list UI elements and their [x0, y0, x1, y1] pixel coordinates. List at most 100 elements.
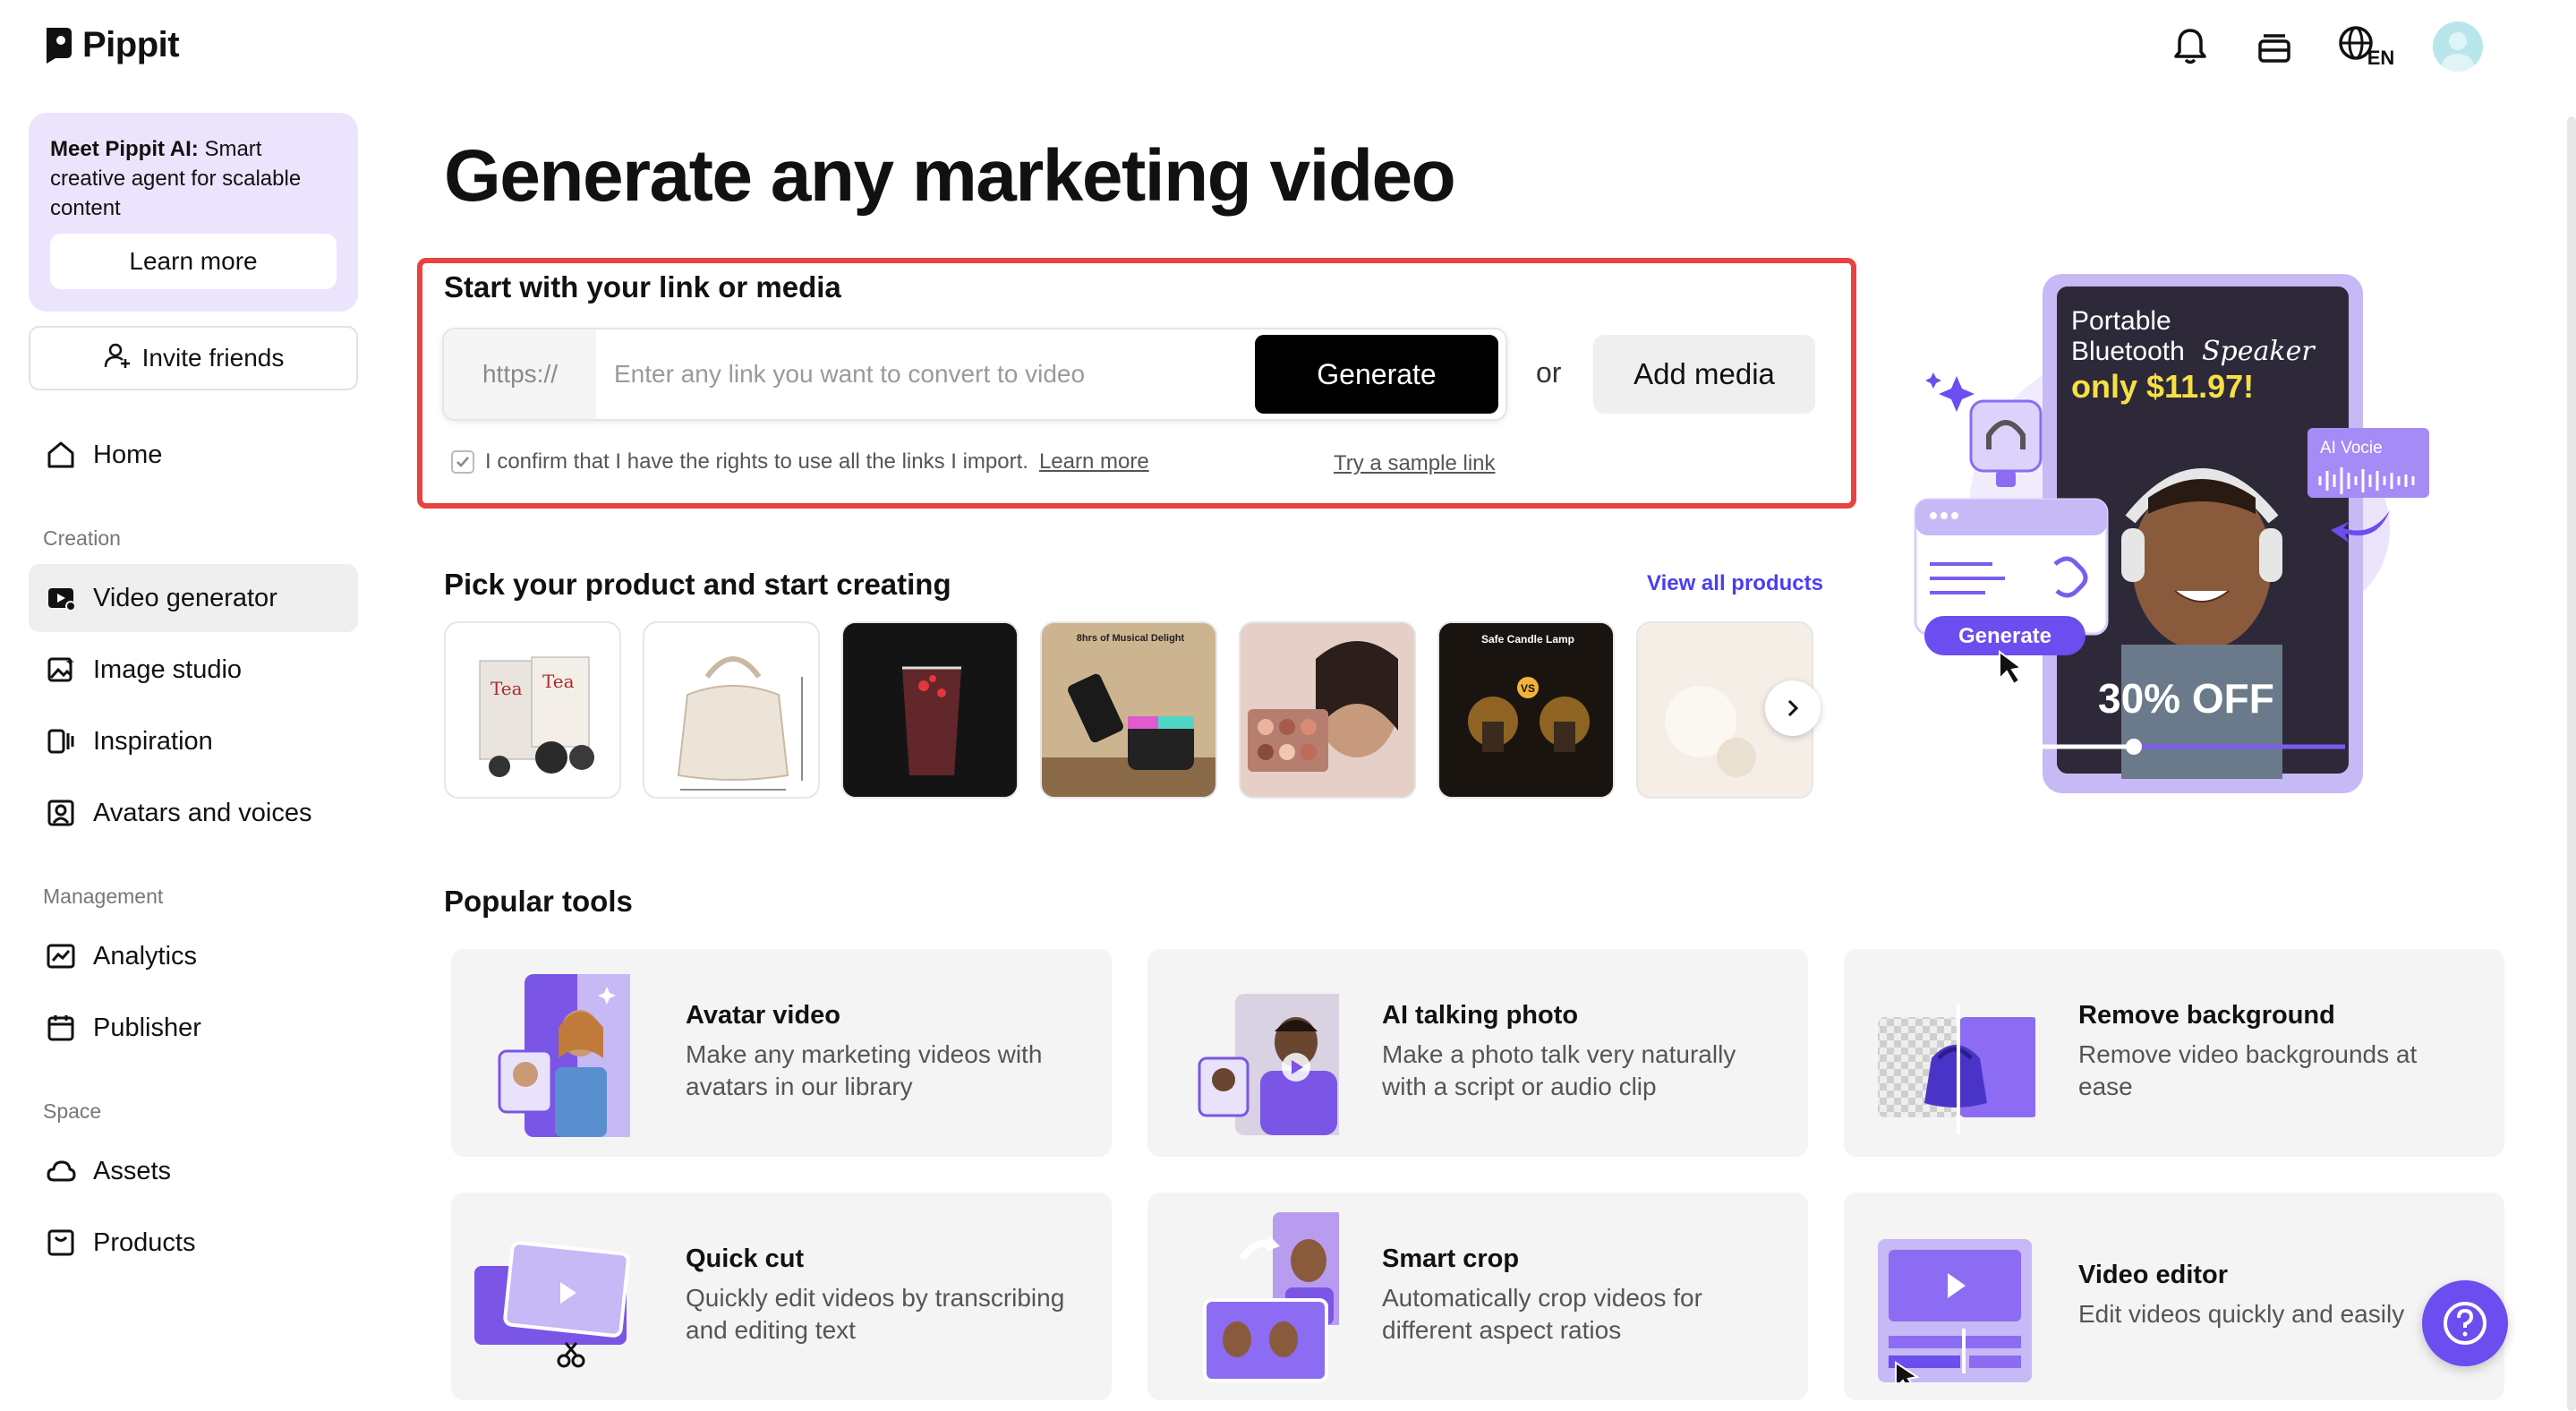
calendar-icon [45, 1012, 77, 1044]
confirm-learn-more-link[interactable]: Learn more [1039, 449, 1149, 475]
tool-description: Remove video backgrounds at ease [2078, 1040, 2418, 1100]
rights-confirmation: I confirm that I have the rights to use … [451, 449, 1149, 475]
cloud-icon [45, 1155, 77, 1187]
smart-crop-illustration [1169, 1212, 1344, 1382]
sidebar-item-analytics[interactable]: Analytics [29, 922, 358, 990]
section-management: Management [43, 885, 164, 908]
learn-more-button[interactable]: Learn more [50, 234, 337, 289]
product-thumb-glass-vase[interactable] [841, 621, 1019, 799]
question-mark-icon [2444, 1302, 2486, 1345]
tool-title: Smart crop [1382, 1244, 1520, 1273]
ai-talking-photo-illustration [1169, 969, 1355, 1139]
promo-card: Meet Pippit AI: Smart creative agent for… [29, 113, 358, 312]
hero-discount: 30% OFF [2098, 675, 2274, 722]
hero-line2b: Speaker [2202, 336, 2316, 367]
sidebar-item-products[interactable]: Products [29, 1209, 358, 1277]
sidebar: Meet Pippit AI: Smart creative agent for… [29, 113, 358, 390]
products-next-button[interactable] [1765, 680, 1821, 736]
add-media-button[interactable]: Add media [1593, 335, 1815, 414]
tool-description: Make a photo talk very naturally with a … [1382, 1040, 1736, 1100]
notification-bell-icon[interactable] [2168, 21, 2213, 72]
tool-avatar-video[interactable]: Avatar video Make any marketing videos w… [451, 949, 1112, 1157]
sidebar-item-label: Analytics [93, 941, 198, 971]
promo-text: Meet Pippit AI: Smart creative agent for… [50, 137, 302, 220]
analytics-icon [45, 940, 77, 972]
pippit-logo[interactable]: Pippit [43, 25, 180, 65]
sidebar-item-home[interactable]: Home [29, 421, 358, 489]
tool-description: Edit videos quickly and easily [2078, 1300, 2405, 1328]
top-bar-actions: EN [2168, 21, 2483, 72]
try-sample-link[interactable]: Try a sample link [1334, 451, 1496, 476]
sidebar-item-video-generator[interactable]: Video generator [29, 564, 358, 632]
tool-title: Remove background [2078, 1001, 2335, 1030]
video-generator-icon [45, 582, 77, 614]
sidebar-item-label: Video generator [93, 583, 277, 612]
product-thumb-makeup-palette[interactable] [1239, 621, 1416, 799]
hero-ai-voice-label: AI Vocie [2320, 439, 2383, 458]
link-section-heading: Start with your link or media [444, 270, 841, 304]
sidebar-item-publisher[interactable]: Publisher [29, 994, 358, 1062]
check-icon [456, 457, 469, 467]
candle-thumb-text: Safe Candle Lamp [1481, 633, 1574, 646]
pippit-logo-icon [43, 26, 73, 65]
sidebar-item-inspiration[interactable]: Inspiration [29, 707, 358, 775]
subscription-stack-icon[interactable] [2252, 21, 2297, 72]
language-globe-icon[interactable]: EN [2336, 21, 2395, 72]
tool-description: Automatically crop videos for different … [1382, 1284, 1702, 1344]
svg-text:Tea: Tea [542, 671, 575, 692]
sidebar-item-label: Avatars and voices [93, 798, 312, 827]
tool-title: Avatar video [686, 1001, 840, 1030]
sidebar-item-label: Image studio [93, 654, 243, 684]
sidebar-item-label: Assets [93, 1156, 172, 1185]
page-scrollbar[interactable] [2567, 116, 2576, 1411]
tool-video-editor[interactable]: Video editor Edit videos quickly and eas… [1844, 1193, 2504, 1400]
generate-button[interactable]: Generate [1255, 335, 1498, 414]
sidebar-item-avatars-voices[interactable]: Avatars and voices [29, 779, 358, 847]
tool-description: Quickly edit videos by transcribing and … [686, 1284, 1065, 1344]
inspiration-icon [45, 725, 77, 757]
svg-text:Tea: Tea [490, 678, 523, 699]
confirm-text: I confirm that I have the rights to use … [485, 449, 1028, 474]
tool-quick-cut[interactable]: Quick cut Quickly edit videos by transcr… [451, 1193, 1112, 1400]
section-space: Space [43, 1099, 102, 1123]
product-thumb-handbag[interactable] [643, 621, 820, 799]
user-avatar[interactable] [2433, 21, 2483, 72]
url-prefix: https:// [444, 329, 596, 419]
chevron-right-icon [1787, 699, 1799, 717]
product-thumb-tea-set[interactable]: Tea Tea [444, 621, 621, 799]
products-icon [45, 1227, 77, 1259]
product-thumb-candle-lamp[interactable]: Safe Candle Lamp VS [1437, 621, 1615, 799]
page-title: Generate any marketing video [444, 135, 1456, 217]
popular-tools-heading: Popular tools [444, 885, 633, 918]
hero-generate-label: Generate [1958, 624, 2051, 648]
sidebar-item-label: Inspiration [93, 726, 213, 756]
app-name: Pippit [82, 25, 180, 64]
tool-description: Make any marketing videos with avatars i… [686, 1040, 1043, 1100]
tool-title: Video editor [2078, 1261, 2229, 1289]
url-input-bar: https:// Generate [442, 328, 1507, 421]
invite-friends-button[interactable]: Invite friends [29, 326, 358, 390]
remove-background-illustration [1865, 969, 2039, 1139]
tool-smart-crop[interactable]: Smart crop Automatically crop videos for… [1147, 1193, 1808, 1400]
language-code: EN [2367, 47, 2395, 69]
rights-checkbox[interactable] [451, 450, 474, 474]
hero-illustration: Portable Bluetooth Speaker only $11.97! … [1906, 269, 2444, 806]
sidebar-item-image-studio[interactable]: Image studio [29, 636, 358, 704]
avatar-icon [45, 797, 77, 829]
link-input[interactable] [596, 329, 1255, 419]
sidebar-item-assets[interactable]: Assets [29, 1137, 358, 1205]
quick-cut-illustration [473, 1212, 643, 1382]
hero-line1: Portable [2071, 306, 2171, 336]
invite-friends-label: Invite friends [141, 344, 285, 372]
help-button[interactable] [2422, 1280, 2508, 1366]
video-editor-illustration [1865, 1212, 2035, 1395]
hero-line2a: Bluetooth [2071, 337, 2185, 366]
tool-ai-talking-photo[interactable]: AI talking photo Make a photo talk very … [1147, 949, 1808, 1157]
sidebar-item-label: Home [93, 440, 163, 469]
product-thumb-speaker[interactable]: 8hrs of Musical Delight [1040, 621, 1217, 799]
sidebar-item-label: Publisher [93, 1013, 201, 1042]
view-all-products-link[interactable]: View all products [1647, 571, 1823, 596]
tool-remove-background[interactable]: Remove background Remove video backgroun… [1844, 949, 2504, 1157]
image-studio-icon [45, 654, 77, 686]
section-creation: Creation [43, 526, 121, 550]
